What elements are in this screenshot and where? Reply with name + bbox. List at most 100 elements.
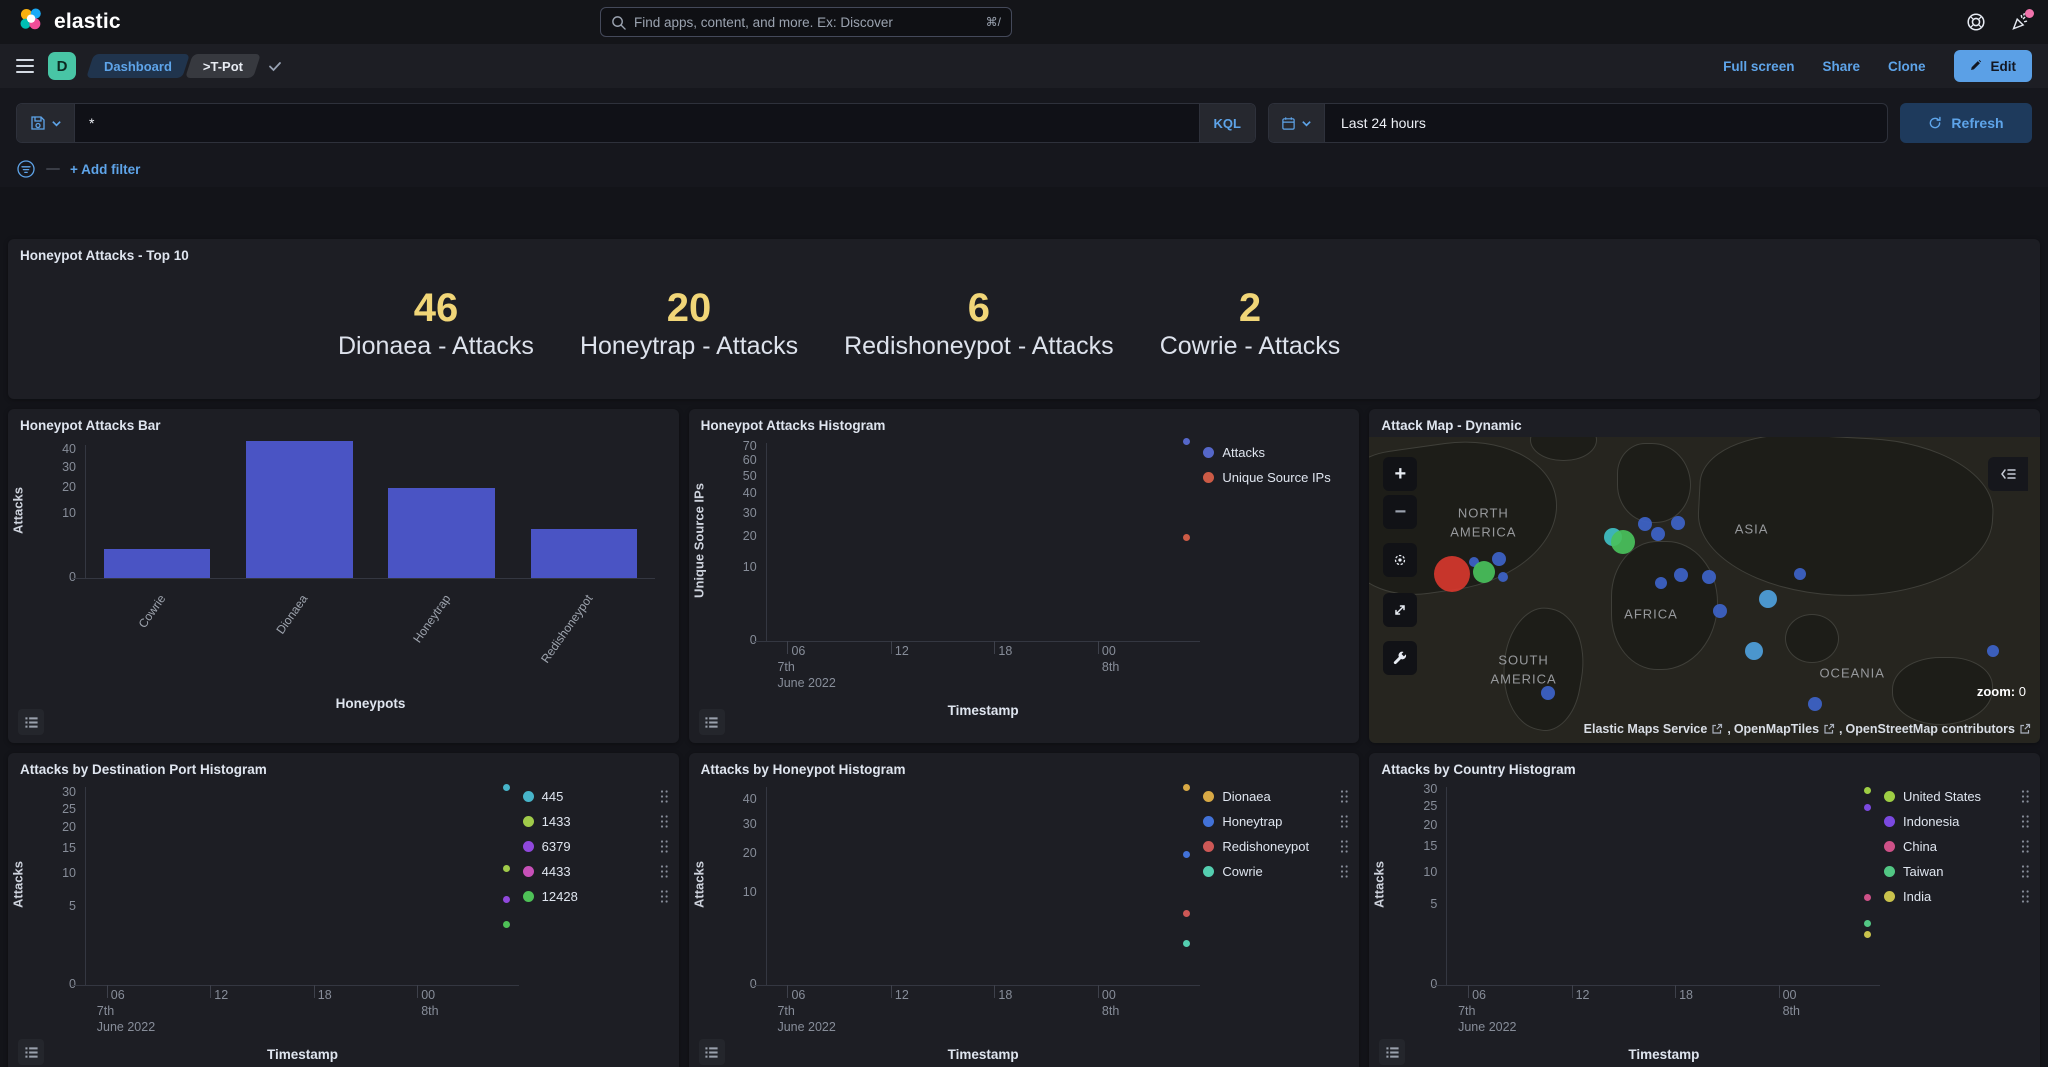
legend-actions-icon[interactable] <box>660 889 669 904</box>
saved-query-menu-button[interactable] <box>17 104 75 142</box>
filter-icon[interactable] <box>16 159 36 179</box>
breadcrumb: Dashboard >T-Pot <box>90 54 283 78</box>
world-map[interactable]: + − zoom: 0 Elastic Maps Service,OpenMap… <box>1369 437 2040 743</box>
attack-map-dot <box>1651 527 1665 541</box>
legend-actions-icon[interactable] <box>1340 839 1349 854</box>
space-avatar[interactable]: D <box>48 52 76 80</box>
legend-item-6379[interactable]: 6379 <box>523 839 669 854</box>
legend-actions-icon[interactable] <box>1340 814 1349 829</box>
share-button[interactable]: Share <box>1822 59 1860 74</box>
legend-item-redishoneypot[interactable]: Redishoneypot <box>1203 839 1349 854</box>
news-feed-icon[interactable] <box>2010 12 2030 32</box>
external-link-icon[interactable] <box>2019 723 2031 735</box>
help-icon[interactable] <box>1966 12 1986 32</box>
legend-item-1433[interactable]: 1433 <box>523 814 669 829</box>
breadcrumb-tpot[interactable]: >T-Pot <box>189 54 257 78</box>
panel-title: Attacks by Destination Port Histogram <box>20 762 267 777</box>
map-fit-data-button[interactable] <box>1383 543 1417 577</box>
scatter-point-dionaea <box>1183 784 1190 791</box>
notification-dot <box>2025 9 2034 18</box>
legend-actions-icon[interactable] <box>2021 814 2030 829</box>
map-zoom-in-button[interactable]: + <box>1383 457 1417 491</box>
y-axis-title: Unique Source IPs <box>691 481 706 601</box>
panel-title: Attack Map - Dynamic <box>1381 418 1521 433</box>
y-tick-label: 25 <box>1397 799 1437 813</box>
legend-color-dot <box>523 891 534 902</box>
legend-item-445[interactable]: 445 <box>523 789 669 804</box>
menu-icon[interactable] <box>16 59 34 73</box>
panel-honeypot-attacks-bar: Honeypot Attacks BarAttacks010203040Cowr… <box>8 409 679 743</box>
scatter-point-cowrie <box>1183 940 1190 947</box>
legend-item-indonesia[interactable]: Indonesia <box>1884 814 2030 829</box>
query-text[interactable]: * <box>75 115 1199 131</box>
global-search-input[interactable]: Find apps, content, and more. Ex: Discov… <box>600 7 1012 37</box>
legend-toggle-icon[interactable] <box>699 1039 725 1065</box>
x-tick-mark <box>107 985 108 998</box>
legend-item-attacks[interactable]: Attacks <box>1203 445 1349 460</box>
breadcrumb-dashboard[interactable]: Dashboard <box>90 54 186 78</box>
external-link-icon[interactable] <box>1711 723 1723 735</box>
legend-actions-icon[interactable] <box>2021 864 2030 879</box>
x-date-start-month: June 2022 <box>777 1020 835 1034</box>
time-range-value[interactable]: Last 24 hours <box>1325 115 1426 131</box>
legend-toggle-icon[interactable] <box>18 1039 44 1065</box>
x-axis-title: Timestamp <box>1628 1047 1699 1062</box>
attack-map-dot <box>1674 568 1688 582</box>
legend-item-dionaea[interactable]: Dionaea <box>1203 789 1349 804</box>
add-filter-button[interactable]: + Add filter <box>70 162 140 177</box>
chevron-down-icon <box>51 118 62 129</box>
attack-map-dot <box>1671 516 1685 530</box>
legend-item-unique-source-ips[interactable]: Unique Source IPs <box>1203 470 1349 485</box>
map-zoom-out-button[interactable]: − <box>1383 495 1417 529</box>
legend-item-taiwan[interactable]: Taiwan <box>1884 864 2030 879</box>
clone-button[interactable]: Clone <box>1888 59 1926 74</box>
elastic-brand[interactable]: elastic <box>18 6 121 38</box>
full-screen-button[interactable]: Full screen <box>1723 59 1794 74</box>
attribution-link[interactable]: Elastic Maps Service <box>1584 722 1708 736</box>
legend-toggle-icon[interactable] <box>699 709 725 735</box>
y-tick-label: 40 <box>717 486 757 500</box>
edit-button[interactable]: Edit <box>1954 50 2033 82</box>
x-tick-mark <box>1779 985 1780 998</box>
date-quick-menu-button[interactable] <box>1269 104 1325 142</box>
legend-item-honeytrap[interactable]: Honeytrap <box>1203 814 1349 829</box>
y-tick-label: 30 <box>717 506 757 520</box>
map-tools-icon[interactable] <box>1383 641 1417 675</box>
legend-actions-icon[interactable] <box>1340 789 1349 804</box>
external-link-icon[interactable] <box>1823 723 1835 735</box>
map-expand-icon[interactable] <box>1383 593 1417 627</box>
metric-value: 20 <box>580 285 798 331</box>
legend-label: Redishoneypot <box>1222 839 1309 854</box>
legend-item-12428[interactable]: 12428 <box>523 889 669 904</box>
legend-actions-icon[interactable] <box>2021 789 2030 804</box>
legend-item-china[interactable]: China <box>1884 839 2030 854</box>
refresh-button[interactable]: Refresh <box>1900 103 2032 143</box>
save-icon <box>30 115 46 131</box>
legend-actions-icon[interactable] <box>2021 839 2030 854</box>
legend-item-4433[interactable]: 4433 <box>523 864 669 879</box>
legend-actions-icon[interactable] <box>1340 864 1349 879</box>
legend-actions-icon[interactable] <box>660 814 669 829</box>
date-picker[interactable]: Last 24 hours <box>1268 103 1888 143</box>
legend-actions-icon[interactable] <box>660 789 669 804</box>
y-tick-label: 30 <box>717 817 757 831</box>
legend-toggle-icon[interactable] <box>1379 1039 1405 1065</box>
legend-actions-icon[interactable] <box>660 839 669 854</box>
bar-honeytrap <box>388 488 495 578</box>
legend-actions-icon[interactable] <box>2021 889 2030 904</box>
map-legend-collapse-icon[interactable] <box>1988 457 2028 491</box>
legend-label: 4433 <box>542 864 571 879</box>
legend-item-united-states[interactable]: United States <box>1884 789 2030 804</box>
kql-query-input[interactable]: * KQL <box>16 103 1256 143</box>
y-tick-label: 40 <box>717 792 757 806</box>
kql-language-button[interactable]: KQL <box>1199 104 1255 142</box>
legend-item-cowrie[interactable]: Cowrie <box>1203 864 1349 879</box>
y-axis-line <box>1446 787 1447 985</box>
legend-actions-icon[interactable] <box>660 864 669 879</box>
legend-toggle-icon[interactable] <box>18 709 44 735</box>
x-date-end-day: 8th <box>1102 660 1119 674</box>
legend-item-india[interactable]: India <box>1884 889 2030 904</box>
attribution-link[interactable]: OpenMapTiles <box>1734 722 1819 736</box>
attribution-link[interactable]: OpenStreetMap contributors <box>1846 722 2015 736</box>
legend-label: United States <box>1903 789 1981 804</box>
